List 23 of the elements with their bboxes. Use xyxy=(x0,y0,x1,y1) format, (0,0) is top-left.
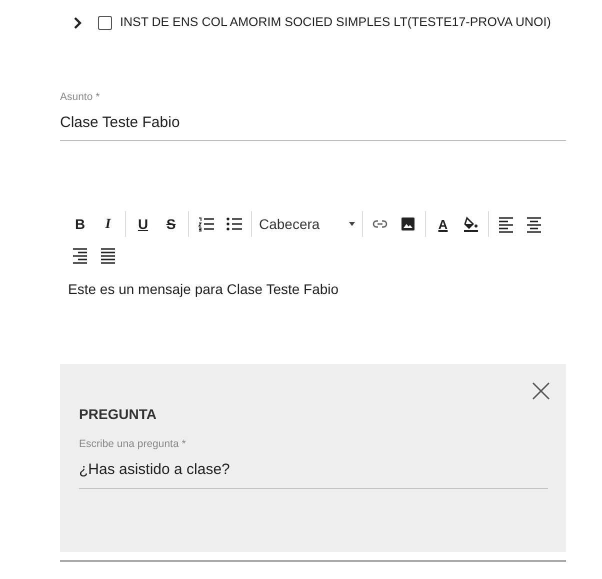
message-text[interactable]: Este es un mensaje para Clase Teste Fabio xyxy=(68,279,602,300)
image-icon xyxy=(400,216,416,233)
strikethrough-button[interactable]: S xyxy=(157,212,185,236)
align-center-icon xyxy=(526,216,542,233)
chevron-right-icon[interactable] xyxy=(72,16,82,28)
heading-dropdown[interactable]: Cabecera xyxy=(255,212,359,236)
panel-title: PREGUNTA xyxy=(79,405,158,424)
bullet-list-icon xyxy=(226,216,242,233)
align-left-icon xyxy=(498,216,514,233)
numbered-list-icon xyxy=(198,216,214,233)
italic-button[interactable]: I xyxy=(94,212,122,236)
paint-bucket-icon xyxy=(463,216,479,233)
justify-icon xyxy=(100,246,116,264)
checkbox[interactable] xyxy=(98,16,112,30)
question-field[interactable]: Escribe una pregunta * ¿Has asistido a clase? xyxy=(79,437,548,488)
text-color-button[interactable]: A xyxy=(429,212,457,236)
align-right-icon xyxy=(72,246,88,264)
tree-item-label: INST DE ENS COL AMORIM SOCIED SIMPLES LT(TESTE17-PROVA UNOI) xyxy=(120,14,551,32)
subject-field[interactable]: Asunto * Clase Teste Fabio xyxy=(60,90,566,142)
bold-button[interactable]: B xyxy=(66,212,94,236)
caret-icon xyxy=(349,222,355,226)
underline-button[interactable]: U xyxy=(129,212,157,236)
close-icon[interactable] xyxy=(532,382,550,400)
